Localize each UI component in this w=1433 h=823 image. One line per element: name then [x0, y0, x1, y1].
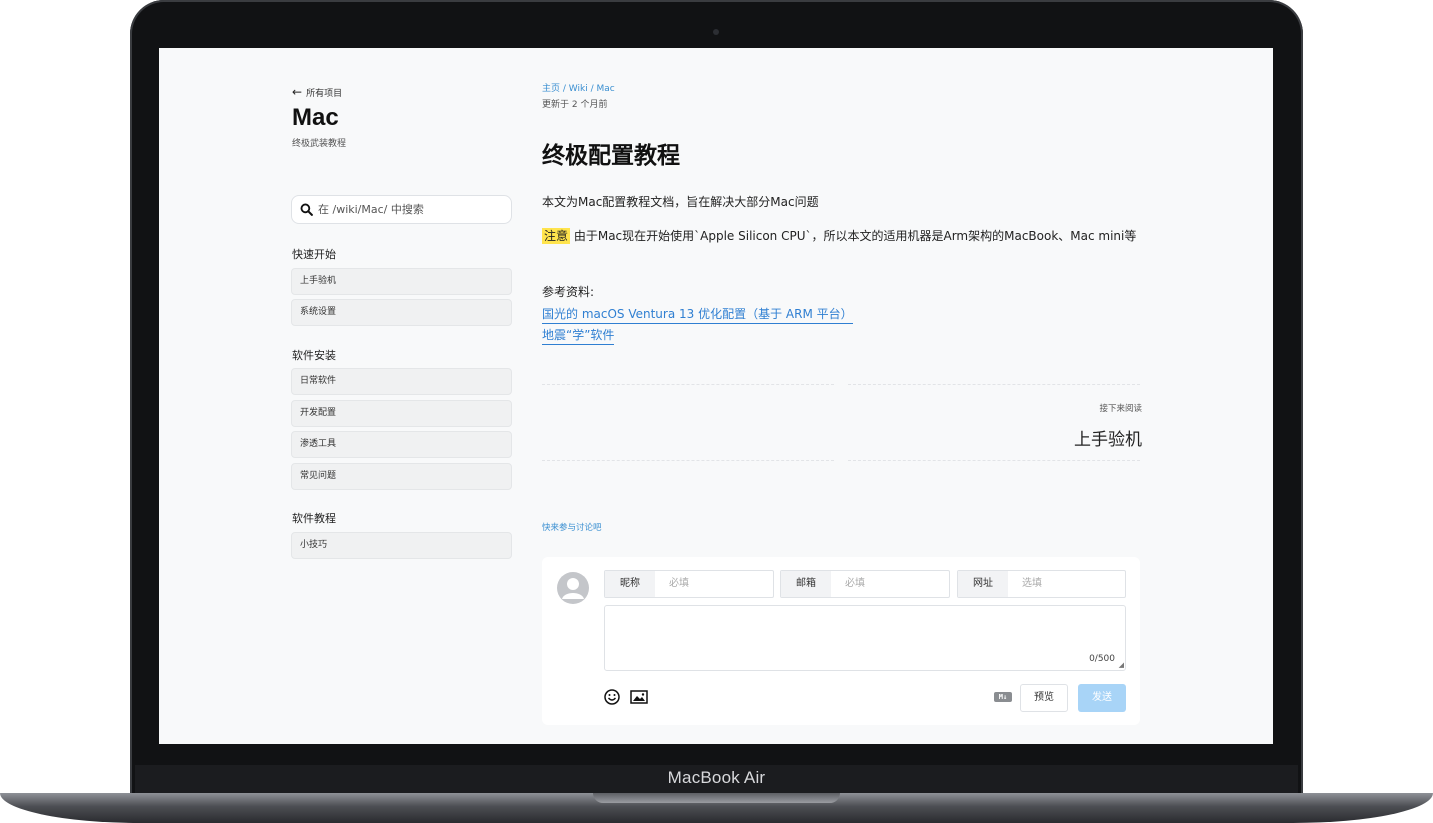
note-paragraph: 注意 由于Mac现在开始使用`Apple Silicon CPU`，所以本文的适… — [542, 224, 1140, 248]
section-heading-quick-start: 快速开始 — [292, 248, 336, 261]
url-field[interactable]: 网址 选填 — [957, 570, 1126, 598]
markdown-icon: M↓ — [994, 692, 1012, 702]
divider — [848, 460, 1140, 461]
nickname-label: 昵称 — [605, 571, 655, 597]
section-heading-software-tutorial: 软件教程 — [292, 512, 336, 525]
discussion-prompt: 快来参与讨论吧 — [542, 523, 602, 533]
back-label: 所有项目 — [306, 88, 343, 99]
search-input[interactable] — [318, 203, 498, 216]
note-text: 由于Mac现在开始使用`Apple Silicon CPU`，所以本文的适用机器… — [573, 229, 1137, 243]
sidebar-item[interactable]: 常见问题 — [291, 463, 512, 490]
nickname-input[interactable]: 必填 — [655, 571, 689, 597]
back-to-all-projects-link[interactable]: ← 所有项目 — [292, 85, 342, 99]
reference-link[interactable]: 地震“学”软件 — [542, 326, 615, 345]
image-upload-icon[interactable] — [630, 690, 648, 704]
divider — [542, 460, 834, 461]
reference-link[interactable]: 国光的 macOS Ventura 13 优化配置（基于 ARM 平台） — [542, 305, 853, 324]
next-read-label: 接下来阅读 — [1099, 404, 1142, 414]
sidebar-item[interactable]: 渗透工具 — [291, 431, 512, 458]
url-label: 网址 — [958, 571, 1008, 597]
email-label: 邮箱 — [781, 571, 831, 597]
divider — [542, 384, 834, 385]
sidebar-item[interactable]: 小技巧 — [291, 532, 512, 559]
send-button[interactable]: 发送 — [1078, 684, 1126, 712]
laptop-notch — [593, 793, 840, 803]
sidebar-item[interactable]: 开发配置 — [291, 400, 512, 427]
search-box[interactable] — [291, 195, 512, 224]
search-icon — [300, 203, 313, 216]
comment-box: 昵称 必填 邮箱 必填 网址 选填 0/500 ◢ M↓ 预览 发送 — [542, 557, 1140, 725]
next-read-link[interactable]: 上手验机 — [1074, 425, 1142, 450]
preview-button[interactable]: 预览 — [1020, 684, 1068, 712]
breadcrumb-home[interactable]: 主页 — [542, 84, 560, 94]
resize-handle-icon[interactable]: ◢ — [1119, 661, 1124, 669]
breadcrumb-mac[interactable]: Mac — [597, 84, 615, 94]
breadcrumb-wiki[interactable]: Wiki — [569, 84, 588, 94]
note-highlight: 注意 — [542, 228, 571, 244]
camera-icon — [713, 29, 719, 35]
email-input[interactable]: 必填 — [831, 571, 865, 597]
arrow-left-icon: ← — [292, 85, 303, 99]
intro-text: 本文为Mac配置教程文档，旨在解决大部分Mac问题 — [542, 195, 819, 209]
updated-time: 更新于 2 个月前 — [542, 100, 608, 110]
comment-textarea[interactable]: 0/500 ◢ — [604, 605, 1126, 671]
url-input[interactable]: 选填 — [1008, 571, 1042, 597]
sidebar-item[interactable]: 系统设置 — [291, 299, 512, 326]
divider — [848, 384, 1140, 385]
email-field[interactable]: 邮箱 必填 — [780, 570, 950, 598]
breadcrumb: 主页 / Wiki / Mac — [542, 81, 615, 94]
wiki-title: Mac — [292, 104, 339, 131]
section-heading-software-install: 软件安装 — [292, 349, 336, 362]
device-brand-label: MacBook Air — [667, 768, 766, 787]
avatar-icon — [557, 572, 589, 604]
nickname-field[interactable]: 昵称 必填 — [604, 570, 774, 598]
page-title: 终极配置教程 — [542, 143, 680, 169]
wiki-subtitle: 终极武装教程 — [292, 139, 347, 149]
sidebar-item[interactable]: 上手验机 — [291, 268, 512, 295]
screen: ← 所有项目 Mac 终极武装教程 快速开始 上手验机 系统设置 软件安装 日常… — [159, 48, 1273, 744]
char-counter: 0/500 — [1089, 654, 1115, 664]
references-label: 参考资料: — [542, 285, 595, 299]
emoji-icon[interactable] — [604, 689, 620, 705]
sidebar-item[interactable]: 日常软件 — [291, 368, 512, 395]
